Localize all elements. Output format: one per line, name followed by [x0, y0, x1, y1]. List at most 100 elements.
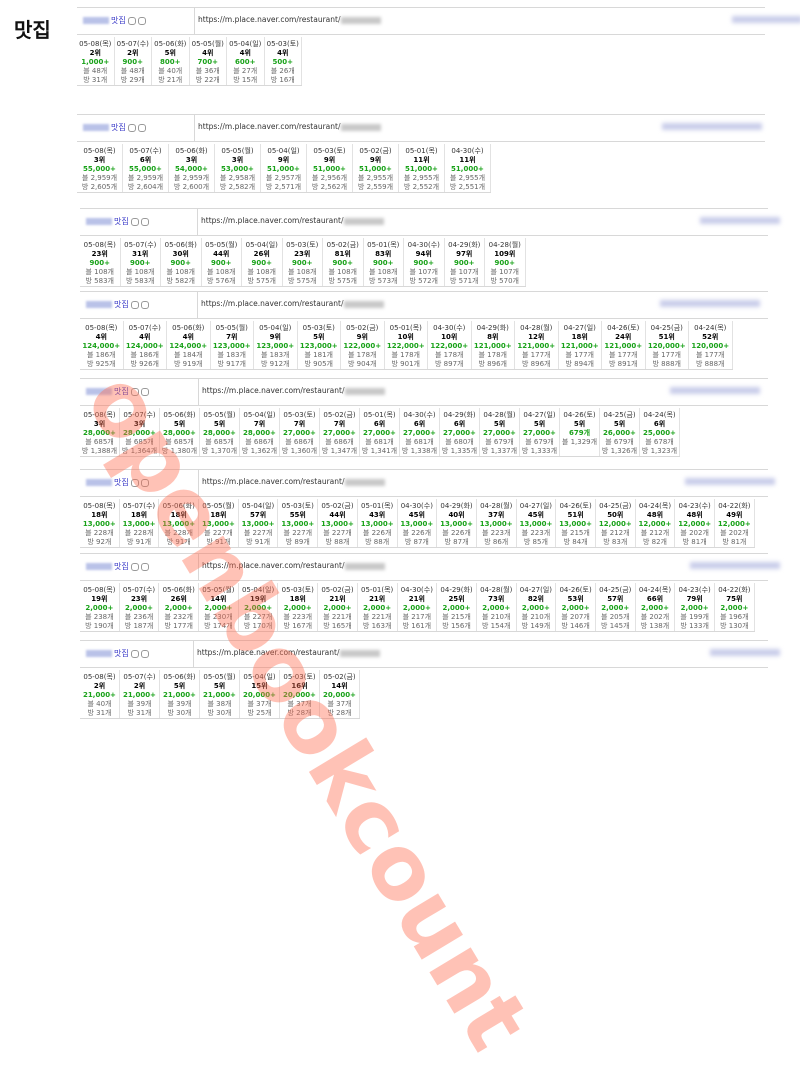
daily-rank-cell: 05-04(일) 15위 20,000+ 블 37개 방 25개 [240, 670, 280, 718]
cell-date: 04-25(금) [599, 502, 632, 510]
help-icon[interactable] [140, 217, 149, 226]
daily-rank-cell: 05-01(목) 21위 2,000+ 블 221개 방 163개 [358, 583, 398, 631]
cell-visitor-count: 방 575개 [288, 277, 317, 285]
cell-visitor-count: 방 87개 [404, 538, 429, 546]
cell-blog-count: 블 210개 [481, 613, 511, 621]
cell-rank: 5위 [173, 420, 186, 428]
place-url-link[interactable]: https://m.place.naver.com/restaurant/ [198, 122, 381, 131]
cell-blog-count: 블 177개 [609, 351, 638, 359]
info-icon[interactable] [130, 649, 139, 658]
place-url-link[interactable]: https://m.place.naver.com/restaurant/ [202, 561, 385, 570]
cell-review-count: 13,000+ [201, 520, 235, 528]
cell-blog-count: 블 184개 [174, 351, 203, 359]
header-divider [198, 470, 199, 496]
help-icon[interactable] [140, 478, 149, 487]
cell-review-count: 13,000+ [479, 520, 513, 528]
place-url-link[interactable]: https://m.place.naver.com/restaurant/ [201, 216, 384, 225]
cell-blog-count: 블 26개 [270, 67, 295, 75]
cell-visitor-count: 방 888개 [696, 360, 725, 368]
info-icon[interactable] [127, 123, 136, 132]
cell-date: 05-04(일) [241, 586, 275, 594]
cell-visitor-count: 방 31개 [83, 76, 108, 84]
redacted-place-name [732, 16, 800, 23]
cell-rank: 51위 [658, 333, 675, 341]
cell-blog-count: 블 2,955개 [403, 174, 440, 182]
cell-rank: 6위 [373, 420, 386, 428]
keyword-link[interactable]: 맛집 [83, 15, 146, 26]
place-url-link[interactable]: https://m.place.naver.com/restaurant/ [197, 648, 380, 657]
cell-review-count: 900+ [332, 259, 353, 267]
daily-rank-cell: 04-26(토) 53위 2,000+ 블 207개 방 146개 [556, 583, 596, 631]
cell-rank: 51위 [567, 511, 584, 519]
cell-blog-count: 블 2,955개 [357, 174, 394, 182]
info-icon[interactable] [130, 387, 139, 396]
cell-blog-count: 블 2,959개 [81, 174, 118, 182]
cell-review-count: 2,000+ [640, 604, 669, 612]
daily-rank-cell: 05-03(토) 18위 2,000+ 블 223개 방 167개 [278, 583, 319, 631]
info-icon[interactable] [130, 300, 139, 309]
cell-rank: 11위 [413, 156, 430, 164]
cell-review-count: 123,000+ [212, 342, 251, 350]
info-icon[interactable] [130, 562, 139, 571]
keyword-link[interactable]: 맛집 [86, 299, 149, 310]
cell-visitor-count: 방 896개 [522, 360, 551, 368]
daily-rank-cell: 04-24(목) 48위 12,000+ 블 212개 방 82개 [636, 499, 676, 547]
help-icon[interactable] [137, 16, 146, 25]
cell-visitor-count: 방 917개 [217, 360, 246, 368]
cell-rank: 15위 [251, 682, 268, 690]
cell-rank: 21위 [408, 595, 425, 603]
info-icon[interactable] [127, 16, 136, 25]
help-icon[interactable] [140, 387, 149, 396]
cell-review-count: 13,000+ [321, 520, 354, 528]
info-icon[interactable] [130, 217, 139, 226]
cell-date: 05-03(토) [281, 502, 314, 510]
cell-review-count: 12,000+ [717, 520, 751, 528]
cell-date: 05-06(화) [162, 502, 195, 510]
daily-rank-cell: 04-27(일) 45위 13,000+ 블 223개 방 85개 [517, 499, 557, 547]
cell-date: 05-04(일) [243, 673, 276, 681]
cell-date: 05-05(월) [221, 147, 254, 155]
daily-rank-cell: 04-29(화) 40위 13,000+ 블 226개 방 87개 [437, 499, 477, 547]
cell-review-count: 2,000+ [323, 604, 352, 612]
keyword-link[interactable]: 맛집 [86, 216, 149, 227]
help-icon[interactable] [140, 562, 149, 571]
cell-visitor-count: 방 91개 [246, 538, 271, 546]
cell-review-count: 2,000+ [164, 604, 193, 612]
cell-visitor-count: 방 1,333개 [521, 447, 558, 455]
daily-rank-cell: 05-05(월) 44위 900+ 블 108개 방 576개 [202, 238, 242, 286]
cell-blog-count: 블 178개 [435, 351, 464, 359]
cell-rank: 8위 [487, 333, 499, 341]
place-url-link[interactable]: https://m.place.naver.com/restaurant/ [202, 386, 385, 395]
redacted-url-id [343, 217, 384, 225]
redacted-place-name [670, 387, 760, 394]
place-url-link[interactable]: https://m.place.naver.com/restaurant/ [202, 477, 385, 486]
keyword-link[interactable]: 맛집 [86, 386, 149, 397]
keyword-link[interactable]: 맛집 [86, 477, 149, 488]
header-divider [198, 379, 199, 405]
keyword-link[interactable]: 맛집 [83, 122, 146, 133]
cell-blog-count: 블 108개 [288, 268, 317, 276]
help-icon[interactable] [137, 123, 146, 132]
place-url-link[interactable]: https://m.place.naver.com/restaurant/ [201, 299, 384, 308]
header-divider [194, 115, 195, 141]
place-url-link[interactable]: https://m.place.naver.com/restaurant/ [198, 15, 381, 24]
cell-review-count: 2,000+ [283, 604, 312, 612]
cell-visitor-count: 방 1,323개 [641, 447, 678, 455]
daily-rank-cell: 05-03(토) 7위 27,000+ 블 686개 방 1,360개 [280, 408, 320, 456]
help-icon[interactable] [140, 300, 149, 309]
cell-blog-count: 블 107개 [490, 268, 519, 276]
keyword-link[interactable]: 맛집 [86, 648, 149, 659]
redacted-keyword [86, 563, 112, 570]
cell-visitor-count: 방 174개 [204, 622, 233, 630]
daily-rank-cell: 04-28(월) 37위 13,000+ 블 223개 방 86개 [477, 499, 517, 547]
info-icon[interactable] [130, 478, 139, 487]
cell-review-count: 27,000+ [283, 429, 316, 437]
help-icon[interactable] [140, 649, 149, 658]
cell-date: 05-03(토) [286, 241, 319, 249]
redacted-keyword [86, 479, 112, 486]
cell-date: 05-05(월) [202, 502, 235, 510]
keyword-link[interactable]: 맛집 [86, 561, 149, 572]
daily-rank-cell: 04-29(화) 97위 900+ 블 107개 방 571개 [445, 238, 485, 286]
daily-rank-cell: 05-06(화) 5위 800+ 블 40개 방 21개 [152, 37, 190, 85]
daily-rank-cell: 05-02(금) 21위 2,000+ 블 221개 방 165개 [318, 583, 358, 631]
